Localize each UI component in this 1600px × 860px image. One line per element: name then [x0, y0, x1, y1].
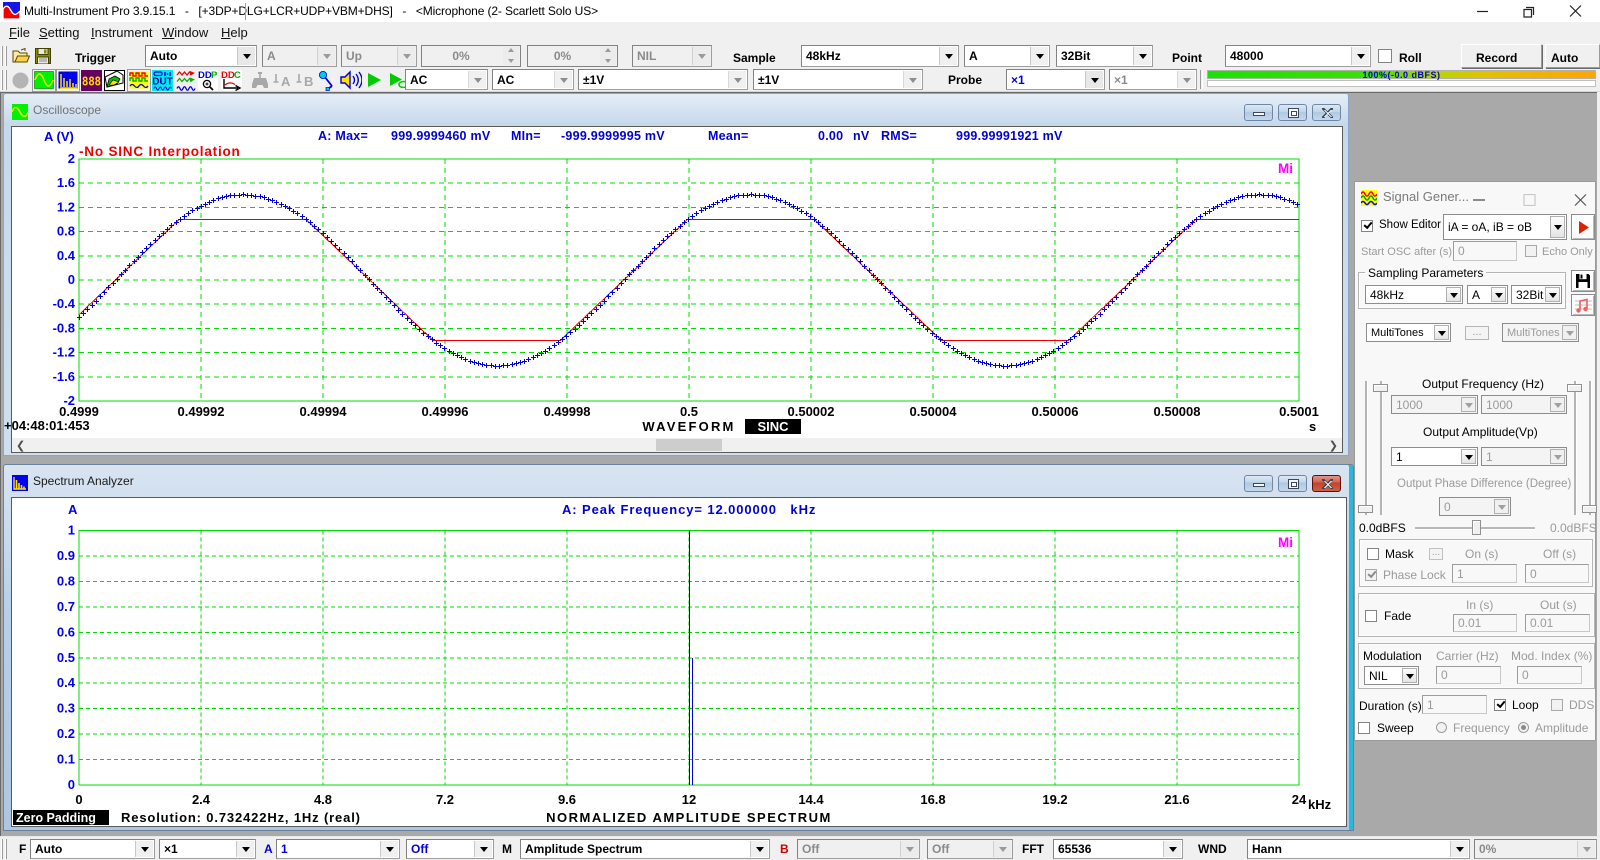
svg-text:DD: DD [221, 70, 235, 81]
svg-text:0.1: 0.1 [57, 752, 75, 767]
svg-text:4.8: 4.8 [314, 792, 332, 807]
svg-text:999.9999460 mV: 999.9999460 mV [391, 129, 491, 143]
svg-text:1.2: 1.2 [57, 199, 75, 214]
svg-text:0.50002: 0.50002 [788, 404, 835, 419]
svg-text:B: B [304, 74, 313, 89]
svg-text:A: A [281, 74, 291, 89]
svg-text:DD: DD [198, 70, 212, 81]
svg-text:A: A [68, 502, 78, 517]
svg-text:2.4: 2.4 [192, 792, 211, 807]
svg-text:0: 0 [68, 777, 75, 792]
svg-text:A (V): A (V) [44, 129, 74, 144]
svg-text:-1.2: -1.2 [53, 345, 75, 360]
svg-text:-999.9999995 mV: -999.9999995 mV [561, 129, 665, 143]
svg-text:WAVEFORM: WAVEFORM [642, 419, 735, 434]
svg-text:s: s [1309, 419, 1316, 434]
svg-text:SINC: SINC [757, 419, 789, 434]
svg-text:A: Peak Frequency= 12.000000: A: Peak Frequency= 12.000000 kHz [562, 502, 816, 517]
svg-text:888: 888 [82, 76, 101, 91]
svg-text:MIn=: MIn= [511, 129, 541, 143]
svg-text:A: Max=: A: Max= [318, 129, 368, 143]
svg-text:RMS=: RMS= [881, 129, 917, 143]
svg-text:Zero Padding: Zero Padding [16, 811, 96, 825]
svg-text:0.49998: 0.49998 [544, 404, 591, 419]
svg-text:1.6: 1.6 [57, 175, 75, 190]
svg-text:0: 0 [75, 792, 82, 807]
svg-text:24: 24 [1292, 792, 1307, 807]
svg-text:999.99991921 mV: 999.99991921 mV [956, 129, 1063, 143]
svg-text:12: 12 [682, 792, 696, 807]
svg-text:-1.6: -1.6 [53, 369, 75, 384]
svg-text:0.9: 0.9 [57, 548, 75, 563]
svg-text:0.49996: 0.49996 [422, 404, 469, 419]
svg-text:kHz: kHz [1308, 797, 1332, 812]
svg-text:19.2: 19.2 [1042, 792, 1067, 807]
svg-text:0.50008: 0.50008 [1154, 404, 1201, 419]
svg-text:-No SINC Interpolation: -No SINC Interpolation [79, 144, 241, 159]
svg-text:C: C [234, 70, 241, 81]
svg-text:0.4: 0.4 [57, 675, 76, 690]
svg-text:Mi: Mi [1278, 161, 1293, 176]
svg-text:0.2: 0.2 [57, 726, 75, 741]
svg-text:0.6: 0.6 [57, 624, 75, 639]
svg-text:0.50004: 0.50004 [910, 404, 958, 419]
svg-text:nV: nV [853, 129, 870, 143]
svg-text:NORMALIZED AMPLITUDE SPECTRUM: NORMALIZED AMPLITUDE SPECTRUM [546, 810, 832, 825]
svg-text:0.5: 0.5 [680, 404, 698, 419]
svg-text:0.7: 0.7 [57, 599, 75, 614]
svg-text:0.4999: 0.4999 [59, 404, 99, 419]
svg-text:0.5001: 0.5001 [1279, 404, 1319, 419]
svg-text:Resolution: 0.732422Hz, 1Hz (r: Resolution: 0.732422Hz, 1Hz (real) [121, 810, 361, 825]
svg-text:0.50006: 0.50006 [1032, 404, 1079, 419]
svg-text:0: 0 [68, 272, 75, 287]
svg-text:14.4: 14.4 [798, 792, 824, 807]
svg-text:-0.8: -0.8 [53, 320, 75, 335]
svg-text:Mi: Mi [1278, 535, 1293, 550]
svg-text:0.8: 0.8 [57, 224, 75, 239]
svg-text:0.3: 0.3 [57, 701, 75, 716]
svg-text:DUT: DUT [152, 77, 173, 88]
svg-text:7.2: 7.2 [436, 792, 454, 807]
svg-text:0.00: 0.00 [818, 129, 843, 143]
svg-text:0.5: 0.5 [57, 650, 75, 665]
svg-text:P: P [211, 70, 218, 81]
svg-text:-0.4: -0.4 [53, 296, 76, 311]
svg-text:16.8: 16.8 [920, 792, 945, 807]
svg-text:Mean=: Mean= [708, 129, 749, 143]
svg-text:0.8: 0.8 [57, 573, 75, 588]
svg-text:0.49992: 0.49992 [178, 404, 225, 419]
svg-text:9.6: 9.6 [558, 792, 576, 807]
svg-text:21.6: 21.6 [1164, 792, 1189, 807]
svg-text:0.49994: 0.49994 [300, 404, 348, 419]
svg-text:0.4: 0.4 [57, 248, 76, 263]
svg-text:1: 1 [68, 523, 75, 538]
svg-text:2: 2 [68, 151, 75, 166]
